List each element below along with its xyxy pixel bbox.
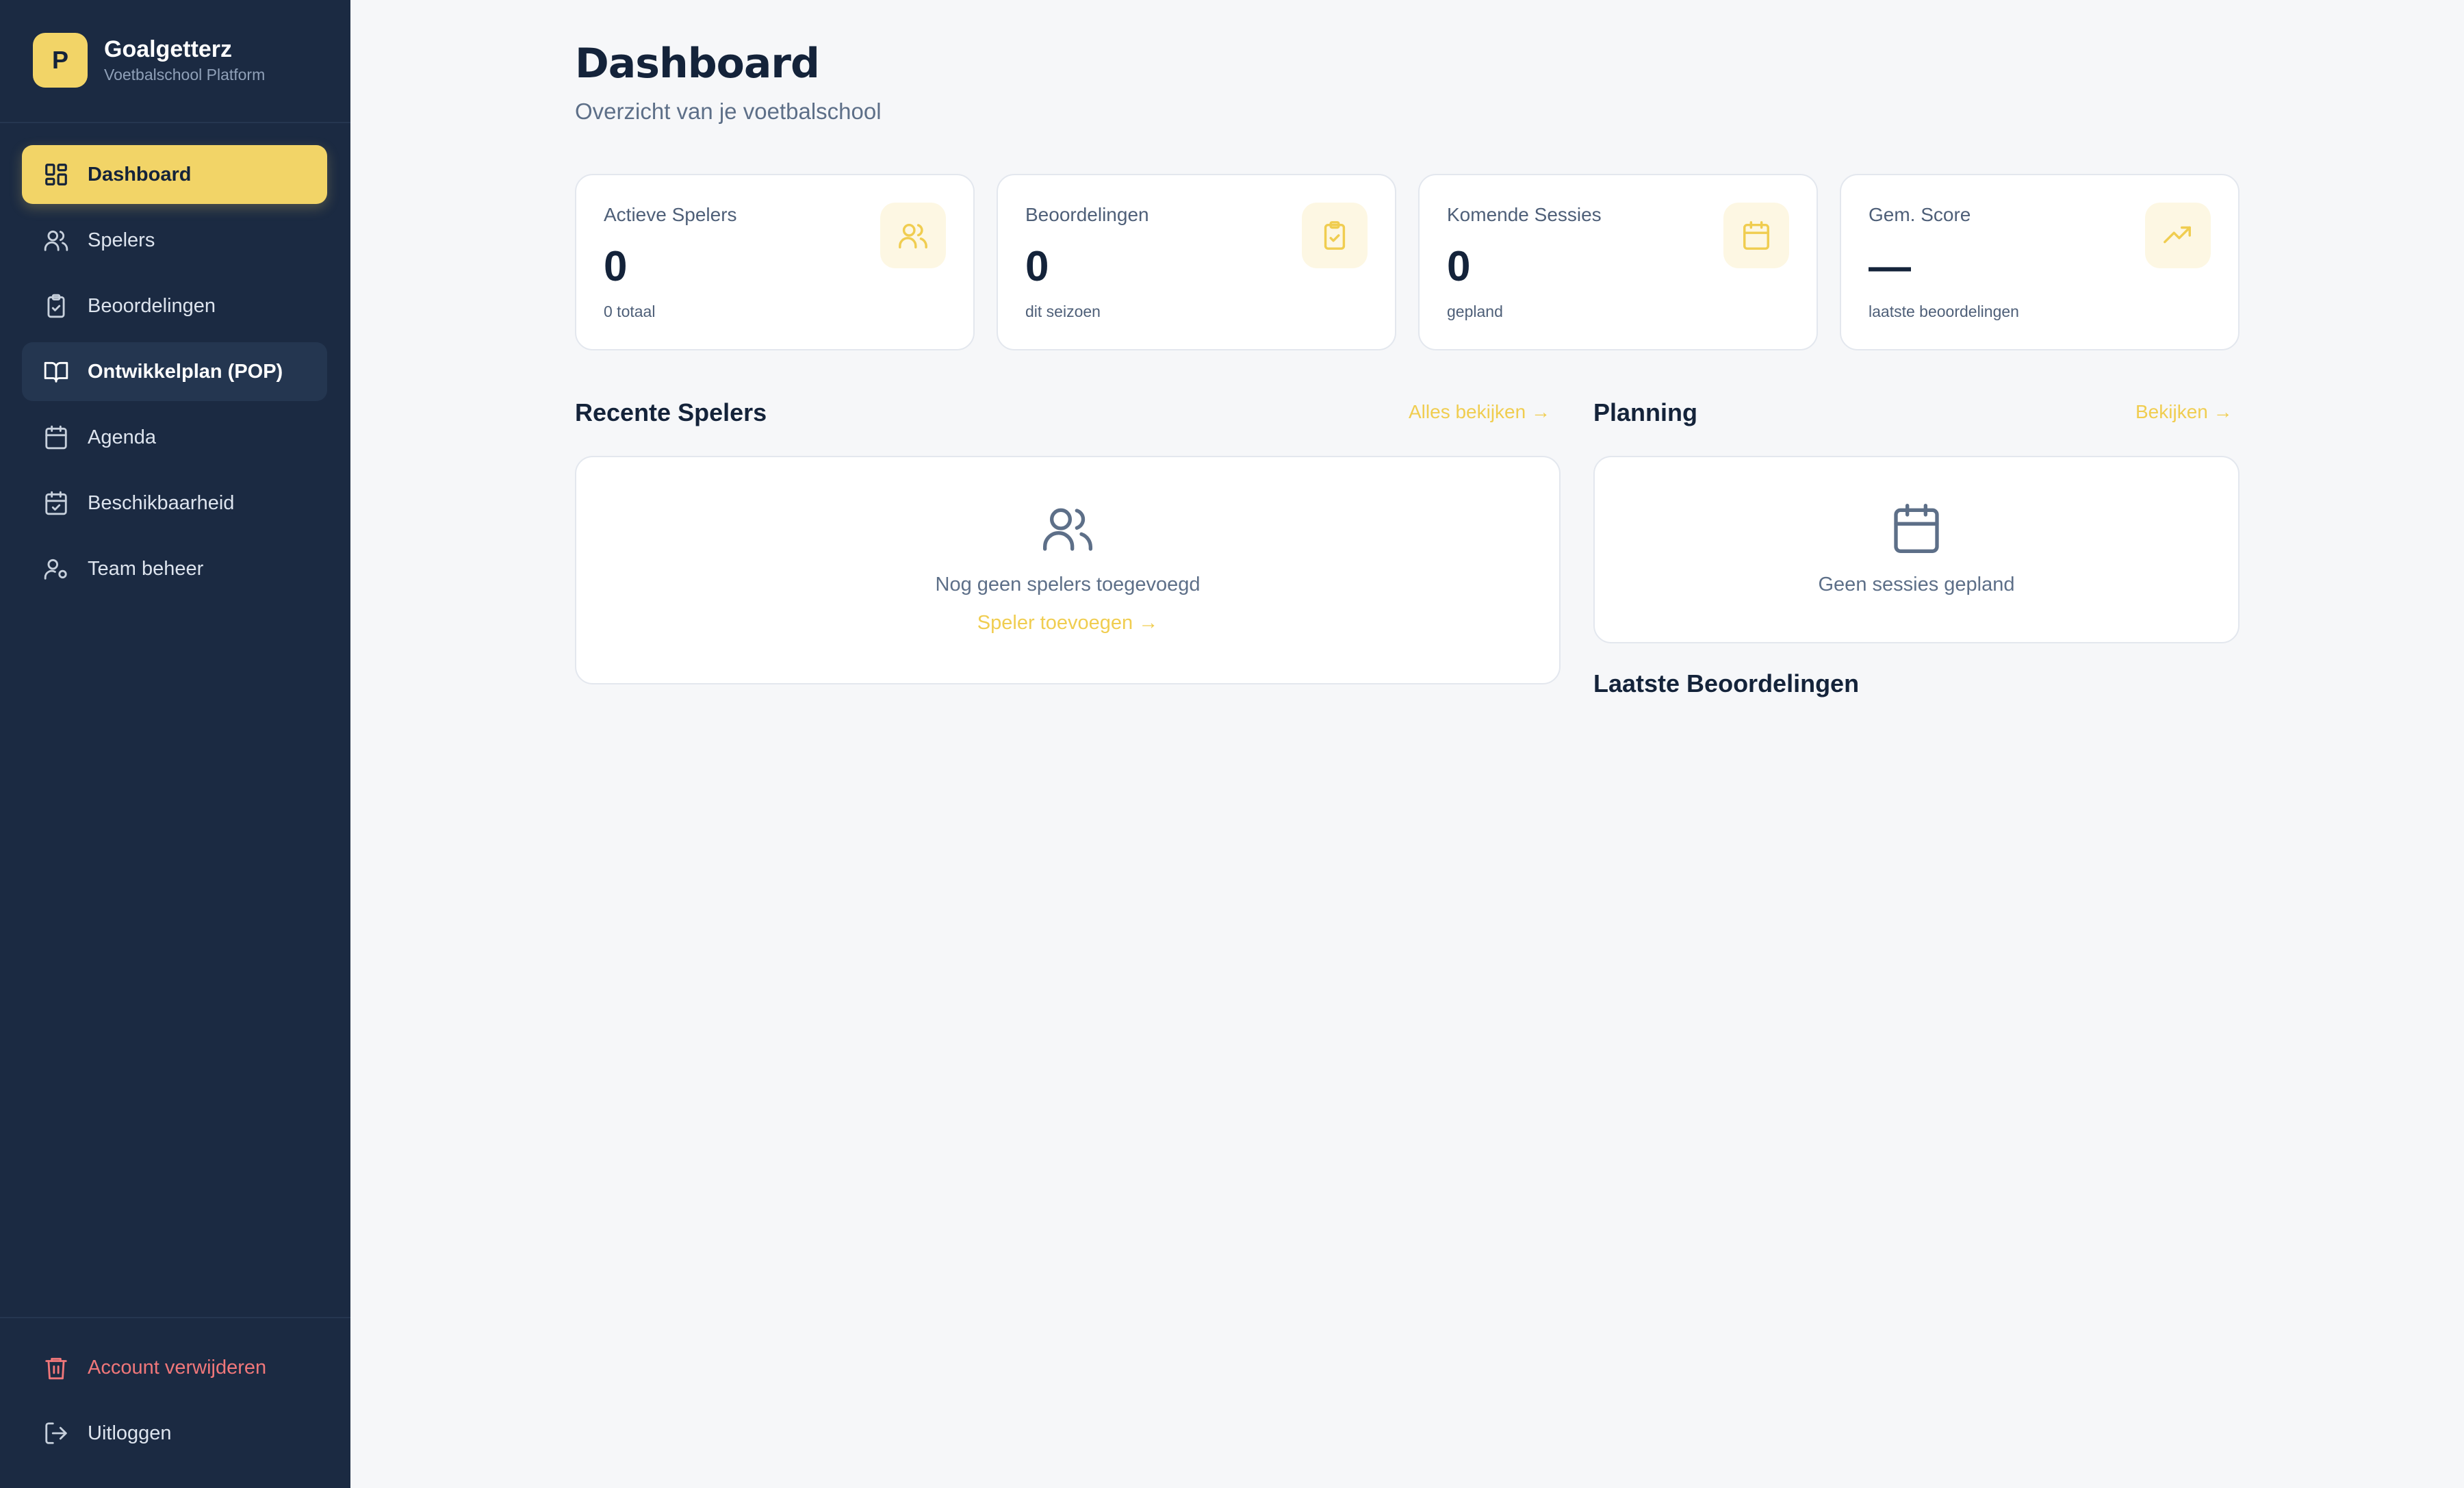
logout-button[interactable]: Uitloggen [22, 1404, 327, 1463]
main-nav: Dashboard Spelers Beoordelingen Ontwikke… [22, 145, 327, 605]
sidebar-item-label: Beoordelingen [88, 294, 216, 317]
sidebar-item-label: Spelers [88, 229, 155, 251]
clipboard-check-icon [1302, 203, 1368, 268]
calendar-icon [1723, 203, 1789, 268]
dashboard-grid-icon [42, 161, 70, 188]
stat-label: Actieve Spelers [604, 204, 737, 225]
sidebar: P Goalgetterz Voetbalschool Platform Das… [0, 0, 350, 1488]
sidebar-bottom: Account verwijderen Uitloggen [22, 1338, 327, 1470]
calendar-icon [1889, 501, 1944, 559]
sidebar-item-ontwikkelplan[interactable]: Ontwikkelplan (POP) [22, 342, 327, 401]
sidebar-divider [0, 122, 350, 123]
brand-name: Goalgetterz [104, 36, 233, 62]
clipboard-check-icon [42, 292, 70, 320]
stat-card-komende-sessies: Komende Sessies 0 gepland [1418, 174, 1818, 350]
sidebar-item-beschikbaarheid[interactable]: Beschikbaarheid [22, 474, 327, 533]
stat-card-beoordelingen: Beoordelingen 0 dit seizoen [997, 174, 1396, 350]
stat-card-actieve-spelers: Actieve Spelers 0 0 totaal [575, 174, 975, 350]
sidebar-item-label: Beschikbaarheid [88, 491, 235, 514]
stat-label: Gem. Score [1869, 204, 1971, 225]
trash-icon [42, 1354, 70, 1381]
stat-note: dit seizoen [1025, 303, 1101, 320]
latest-reviews-title: Laatste Beoordelingen [1593, 669, 1860, 697]
users-icon [880, 203, 946, 268]
logout-icon [42, 1420, 70, 1447]
empty-planning-text: Geen sessies gepland [1818, 574, 2015, 595]
delete-account-button[interactable]: Account verwijderen [22, 1338, 327, 1397]
sidebar-item-label: Team beheer [88, 557, 204, 580]
users-icon [42, 227, 70, 254]
stat-label: Beoordelingen [1025, 204, 1149, 225]
stat-label: Komende Sessies [1447, 204, 1602, 225]
users-icon [1040, 501, 1095, 559]
stat-value: 0 [1447, 243, 1471, 290]
sidebar-item-label: Ontwikkelplan (POP) [88, 360, 283, 383]
recent-players-panel: Nog geen spelers toegevoegd Speler toevo… [575, 456, 1561, 684]
view-all-players-link[interactable]: Alles bekijken → [1409, 401, 1550, 423]
sidebar-item-dashboard[interactable]: Dashboard [22, 145, 327, 204]
stat-value: 0 [1025, 243, 1049, 290]
sidebar-item-agenda[interactable]: Agenda [22, 408, 327, 467]
sidebar-item-beoordelingen[interactable]: Beoordelingen [22, 277, 327, 335]
sidebar-divider [0, 1317, 350, 1318]
stat-value: 0 [604, 243, 628, 290]
calendar-icon [42, 424, 70, 451]
brand[interactable]: P Goalgetterz Voetbalschool Platform [33, 33, 265, 88]
add-player-link[interactable]: Speler toevoegen → [576, 612, 1559, 634]
planning-title: Planning [1593, 398, 1697, 426]
delete-account-label: Account verwijderen [88, 1356, 267, 1378]
sidebar-item-spelers[interactable]: Spelers [22, 211, 327, 270]
sidebar-item-team-beheer[interactable]: Team beheer [22, 539, 327, 598]
sidebar-item-label: Agenda [88, 426, 156, 448]
empty-players-text: Nog geen spelers toegevoegd [935, 574, 1201, 595]
book-open-icon [42, 358, 70, 385]
stats-row: Actieve Spelers 0 0 totaal Beoordelingen… [575, 174, 2240, 350]
stat-note: gepland [1447, 303, 1503, 320]
page-title: Dashboard [575, 40, 820, 88]
calendar-check-icon [42, 489, 70, 517]
trending-up-icon [2145, 203, 2211, 268]
sidebar-item-label: Dashboard [88, 163, 192, 185]
brand-subtitle: Voetbalschool Platform [104, 66, 266, 84]
user-cog-icon [42, 555, 70, 582]
brand-logo: P [33, 33, 88, 88]
view-planning-link[interactable]: Bekijken → [2135, 401, 2233, 423]
stat-value: — [1869, 243, 1911, 290]
logout-label: Uitloggen [88, 1422, 172, 1444]
stat-note: laatste beoordelingen [1869, 303, 2019, 320]
stat-note: 0 totaal [604, 303, 656, 320]
page-subtitle: Overzicht van je voetbalschool [575, 99, 882, 124]
recent-players-title: Recente Spelers [575, 398, 767, 426]
stat-card-gem-score: Gem. Score — laatste beoordelingen [1840, 174, 2240, 350]
planning-panel: Geen sessies gepland [1593, 456, 2240, 643]
